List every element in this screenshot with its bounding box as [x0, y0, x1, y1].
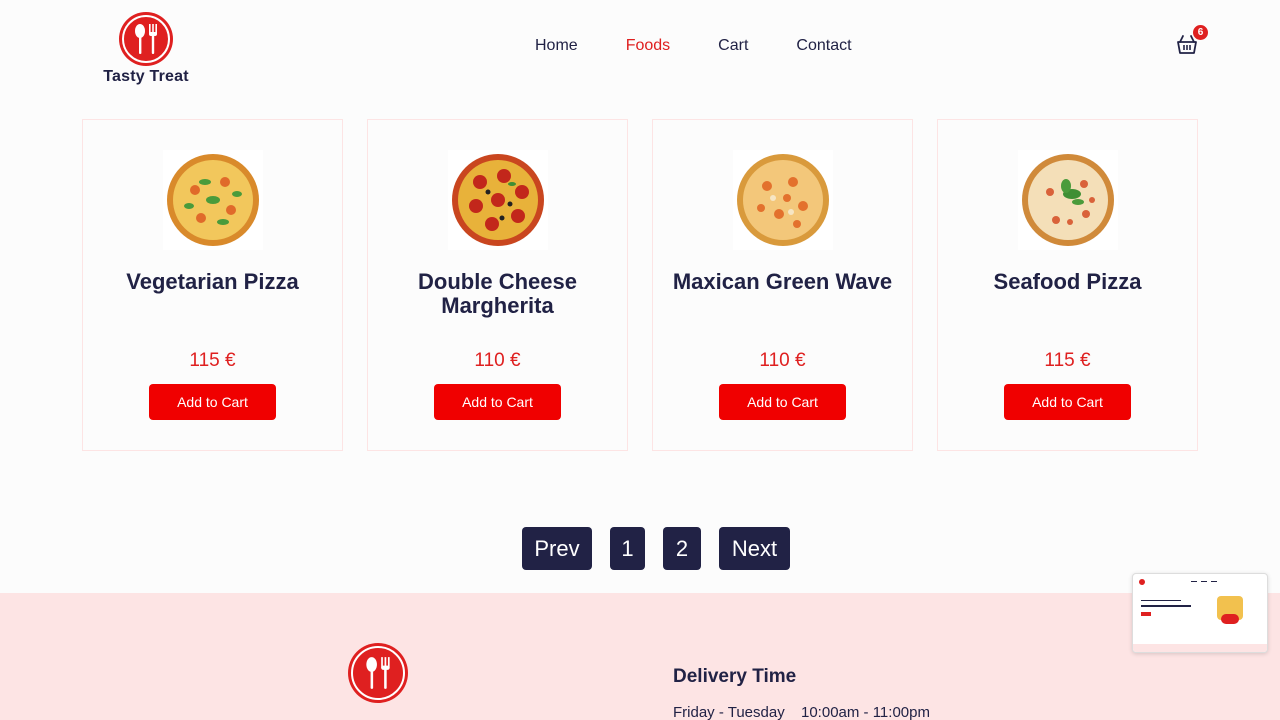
delivery-time-heading: Delivery Time [673, 666, 797, 687]
product-price: 115 € [1044, 350, 1091, 371]
product-grid: Vegetarian Pizza 115 € Add to Cart Doubl… [82, 119, 1198, 451]
page-preview-thumbnail[interactable] [1132, 573, 1268, 653]
add-to-cart-button[interactable]: Add to Cart [434, 384, 561, 420]
site-header: Tasty Treat Home Foods Cart Contact 6 [0, 0, 1280, 100]
cart-count-badge: 6 [1193, 25, 1208, 40]
nav-cart[interactable]: Cart [718, 37, 748, 55]
product-price: 110 € [474, 350, 521, 371]
delivery-hours: 10:00am - 11:00pm [801, 704, 930, 720]
product-title[interactable]: Seafood Pizza [948, 270, 1187, 294]
nav-foods[interactable]: Foods [626, 37, 670, 55]
mini-scooter-image [1221, 614, 1239, 624]
delivery-days: Friday - Tuesday [673, 704, 785, 720]
brand-name: Tasty Treat [103, 68, 189, 85]
main-nav: Home Foods Cart Contact [535, 37, 900, 55]
product-price: 110 € [759, 350, 806, 371]
mini-text-line [1141, 605, 1191, 607]
next-page-button[interactable]: Next [719, 527, 790, 570]
product-image[interactable] [1018, 150, 1118, 250]
spoon-fork-icon [348, 643, 408, 703]
page-2-button[interactable]: 2 [663, 527, 701, 570]
mini-text-line [1141, 600, 1181, 601]
mini-footer [1133, 644, 1267, 652]
product-title[interactable]: Vegetarian Pizza [93, 270, 332, 294]
product-card: Double Cheese Margherita 110 € Add to Ca… [367, 119, 628, 451]
product-image[interactable] [448, 150, 548, 250]
nav-home[interactable]: Home [535, 37, 578, 55]
product-title[interactable]: Maxican Green Wave [663, 270, 902, 294]
prev-page-button[interactable]: Prev [522, 527, 592, 570]
product-card: Maxican Green Wave 110 € Add to Cart [652, 119, 913, 451]
brand-logo[interactable]: Tasty Treat [96, 12, 196, 86]
spoon-fork-icon [119, 12, 173, 66]
nav-contact[interactable]: Contact [796, 37, 851, 55]
product-price: 115 € [189, 350, 236, 371]
product-card: Seafood Pizza 115 € Add to Cart [937, 119, 1198, 451]
mini-button [1141, 612, 1151, 616]
mini-nav-line [1201, 581, 1207, 582]
product-title[interactable]: Double Cheese Margherita [378, 270, 617, 318]
mini-nav-line [1211, 581, 1217, 582]
add-to-cart-button[interactable]: Add to Cart [1004, 384, 1131, 420]
product-image[interactable] [733, 150, 833, 250]
pagination: Prev 1 2 Next [522, 527, 790, 570]
site-footer: Delivery Time Friday - Tuesday 10:00am -… [0, 593, 1280, 720]
add-to-cart-button[interactable]: Add to Cart [149, 384, 276, 420]
mini-logo-icon [1139, 579, 1145, 585]
product-image[interactable] [163, 150, 263, 250]
add-to-cart-button[interactable]: Add to Cart [719, 384, 846, 420]
mini-nav-line [1191, 581, 1197, 582]
product-card: Vegetarian Pizza 115 € Add to Cart [82, 119, 343, 451]
page-1-button[interactable]: 1 [610, 527, 645, 570]
